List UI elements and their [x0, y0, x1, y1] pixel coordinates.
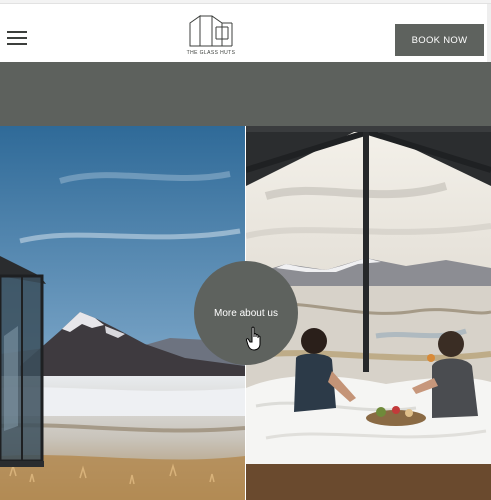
scrollbar[interactable] — [487, 4, 491, 62]
menu-line — [7, 43, 27, 45]
logo-text: THE GLASS HUTS — [186, 50, 236, 56]
site-logo[interactable]: THE GLASS HUTS — [182, 13, 240, 63]
hand-pointer-icon — [246, 326, 261, 351]
glass-hut-logo-icon — [189, 15, 233, 47]
site-header: THE GLASS HUTS BOOK NOW — [0, 4, 491, 62]
menu-line — [7, 37, 27, 39]
menu-line — [7, 31, 27, 33]
hamburger-menu-icon[interactable] — [7, 31, 27, 45]
book-now-button[interactable]: BOOK NOW — [395, 24, 484, 56]
hero-band — [0, 62, 491, 126]
